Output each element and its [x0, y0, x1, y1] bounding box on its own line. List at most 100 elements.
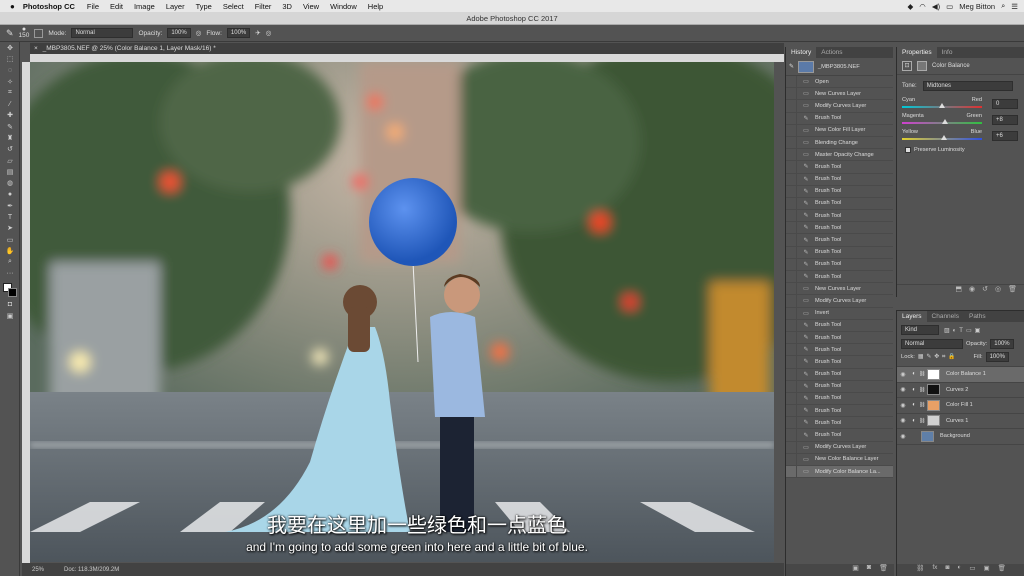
vertical-ruler[interactable]: [22, 62, 30, 564]
brush-tool-preset-icon[interactable]: ✎: [6, 28, 14, 39]
gradient-tool-icon[interactable]: ▤: [0, 166, 20, 177]
history-item[interactable]: ▭ Modify Color Balance La...: [786, 465, 893, 479]
more-tools-icon[interactable]: ···: [0, 268, 20, 279]
delete-layer-icon[interactable]: 🗑: [998, 564, 1006, 576]
slider-value-field[interactable]: +6: [992, 131, 1018, 141]
history-source-checkbox[interactable]: [786, 392, 797, 405]
history-source-checkbox[interactable]: [786, 368, 797, 381]
horizontal-ruler[interactable]: [30, 54, 784, 62]
history-source-checkbox[interactable]: [786, 246, 797, 259]
eye-icon[interactable]: ◉: [897, 386, 909, 393]
new-adjustment-icon[interactable]: ◐: [957, 564, 961, 576]
slider-track[interactable]: [902, 103, 982, 108]
new-document-icon[interactable]: ▣: [852, 564, 859, 576]
history-item[interactable]: ▭ New Color Balance Layer: [786, 453, 893, 466]
history-source-checkbox[interactable]: [786, 173, 797, 186]
add-mask-icon[interactable]: ◙: [945, 564, 949, 576]
tab-paths[interactable]: Paths: [964, 311, 991, 322]
slider-track[interactable]: [902, 119, 982, 124]
history-item[interactable]: ▭ Modify Curves Layer: [786, 441, 893, 454]
delete-adjustment-icon[interactable]: 🗑: [1008, 285, 1017, 297]
link-layers-icon[interactable]: ⛓: [916, 564, 924, 576]
zoom-tool-icon[interactable]: ⌕: [0, 257, 20, 268]
history-brush-tool-icon[interactable]: ↺: [0, 144, 20, 155]
menu-view[interactable]: View: [303, 2, 319, 11]
chain-icon[interactable]: ⛓: [919, 387, 925, 393]
history-source-checkbox[interactable]: [786, 441, 797, 454]
history-item[interactable]: ▭ New Curves Layer: [786, 87, 893, 101]
menu-file[interactable]: File: [87, 2, 99, 11]
history-source-checkbox[interactable]: [786, 319, 797, 332]
adjustment-icon[interactable]: ⊡: [902, 61, 912, 71]
history-source-checkbox[interactable]: [786, 343, 797, 356]
history-item[interactable]: ▭ Master Opacity Change: [786, 148, 893, 162]
chain-icon[interactable]: ⛓: [919, 402, 925, 408]
screen-mode-icon[interactable]: ▣: [0, 311, 20, 322]
menu-app-name[interactable]: Photoshop CC: [23, 2, 75, 11]
chain-icon[interactable]: ⛓: [919, 418, 925, 424]
history-source-checkbox[interactable]: [786, 112, 797, 125]
history-source-checkbox[interactable]: [786, 209, 797, 222]
layer-row[interactable]: ◉ Background: [897, 429, 1024, 445]
history-item[interactable]: ▭ Open: [786, 75, 893, 89]
mask-icon[interactable]: [917, 61, 927, 71]
history-source-checkbox[interactable]: [786, 416, 797, 429]
history-source-checkbox[interactable]: [786, 160, 797, 173]
eyedropper-tool-icon[interactable]: ⁄: [0, 98, 20, 109]
history-item[interactable]: ✎ Brush Tool: [786, 319, 893, 332]
visibility-icon[interactable]: ◎: [995, 285, 1001, 297]
layer-opacity-field[interactable]: 100%: [990, 339, 1014, 349]
history-item[interactable]: ✎ Brush Tool: [786, 112, 893, 125]
new-layer-icon[interactable]: ▣: [983, 564, 989, 576]
document-size[interactable]: Doc: 118.3M/209.2M: [64, 567, 119, 573]
lock-icons[interactable]: ▦✎✥⌗🔒: [918, 354, 959, 361]
tab-actions[interactable]: Actions: [816, 47, 847, 58]
pressure-size-icon[interactable]: ◎: [266, 29, 272, 37]
layer-row[interactable]: ◉ ◐ ⛓ Curves 1: [897, 414, 1024, 429]
history-source-checkbox[interactable]: [786, 355, 797, 368]
history-source-checkbox[interactable]: [786, 87, 797, 100]
eye-icon[interactable]: ◉: [897, 371, 909, 378]
battery-icon[interactable]: ▭: [946, 2, 953, 11]
close-document-icon[interactable]: ×: [34, 45, 38, 52]
apple-icon[interactable]: ●: [10, 2, 15, 11]
menu-window[interactable]: Window: [330, 2, 357, 11]
layer-row[interactable]: ◉ ◐ ⛓ Color Balance 1: [897, 367, 1024, 383]
slider-value-field[interactable]: +8: [992, 115, 1018, 125]
search-icon[interactable]: ⌕: [1001, 1, 1005, 11]
zoom-level[interactable]: 25%: [32, 567, 44, 573]
history-item[interactable]: ✎ Brush Tool: [786, 404, 893, 418]
slider-handle[interactable]: [939, 103, 945, 108]
menu-type[interactable]: Type: [196, 2, 212, 11]
history-item[interactable]: ▭ New Curves Layer: [786, 282, 893, 296]
eye-icon[interactable]: ◉: [897, 402, 909, 409]
history-source-checkbox[interactable]: [786, 234, 797, 247]
volume-icon[interactable]: ◀): [932, 2, 940, 11]
tab-info[interactable]: Info: [937, 47, 958, 58]
history-item[interactable]: ▭ Blending Change: [786, 136, 893, 150]
history-source-checkbox[interactable]: [786, 307, 797, 320]
opacity-field[interactable]: 100%: [167, 28, 191, 38]
foreground-background-colors[interactable]: [0, 281, 19, 299]
brush-tool-icon[interactable]: ✎: [0, 121, 20, 132]
move-tool-icon[interactable]: ✥: [0, 42, 20, 53]
history-item[interactable]: ✎ Brush Tool: [786, 343, 893, 357]
history-item[interactable]: ✎ Brush Tool: [786, 368, 893, 381]
pen-tool-icon[interactable]: ✒: [0, 200, 20, 211]
brush-size[interactable]: ● 150: [19, 26, 30, 39]
background-color-swatch[interactable]: [8, 288, 17, 298]
history-source-checkbox[interactable]: [786, 75, 797, 88]
history-source-checkbox[interactable]: [786, 197, 797, 210]
history-item[interactable]: ✎ Brush Tool: [786, 270, 893, 284]
history-item[interactable]: ▭ New Color Fill Layer: [786, 124, 893, 137]
slider-value-field[interactable]: 0: [992, 99, 1018, 109]
clip-to-layer-icon[interactable]: ⬒: [955, 285, 962, 297]
history-item[interactable]: ✎ Brush Tool: [786, 209, 893, 223]
history-item[interactable]: ✎ Brush Tool: [786, 331, 893, 345]
history-item[interactable]: ✎ Brush Tool: [786, 416, 893, 430]
history-source-checkbox[interactable]: [786, 282, 797, 295]
layer-row[interactable]: ◉ ◐ ⛓ Curves 2: [897, 383, 1024, 398]
history-source-checkbox[interactable]: [786, 429, 797, 442]
menu-help[interactable]: Help: [368, 2, 383, 11]
mode-select[interactable]: Normal: [71, 28, 134, 38]
